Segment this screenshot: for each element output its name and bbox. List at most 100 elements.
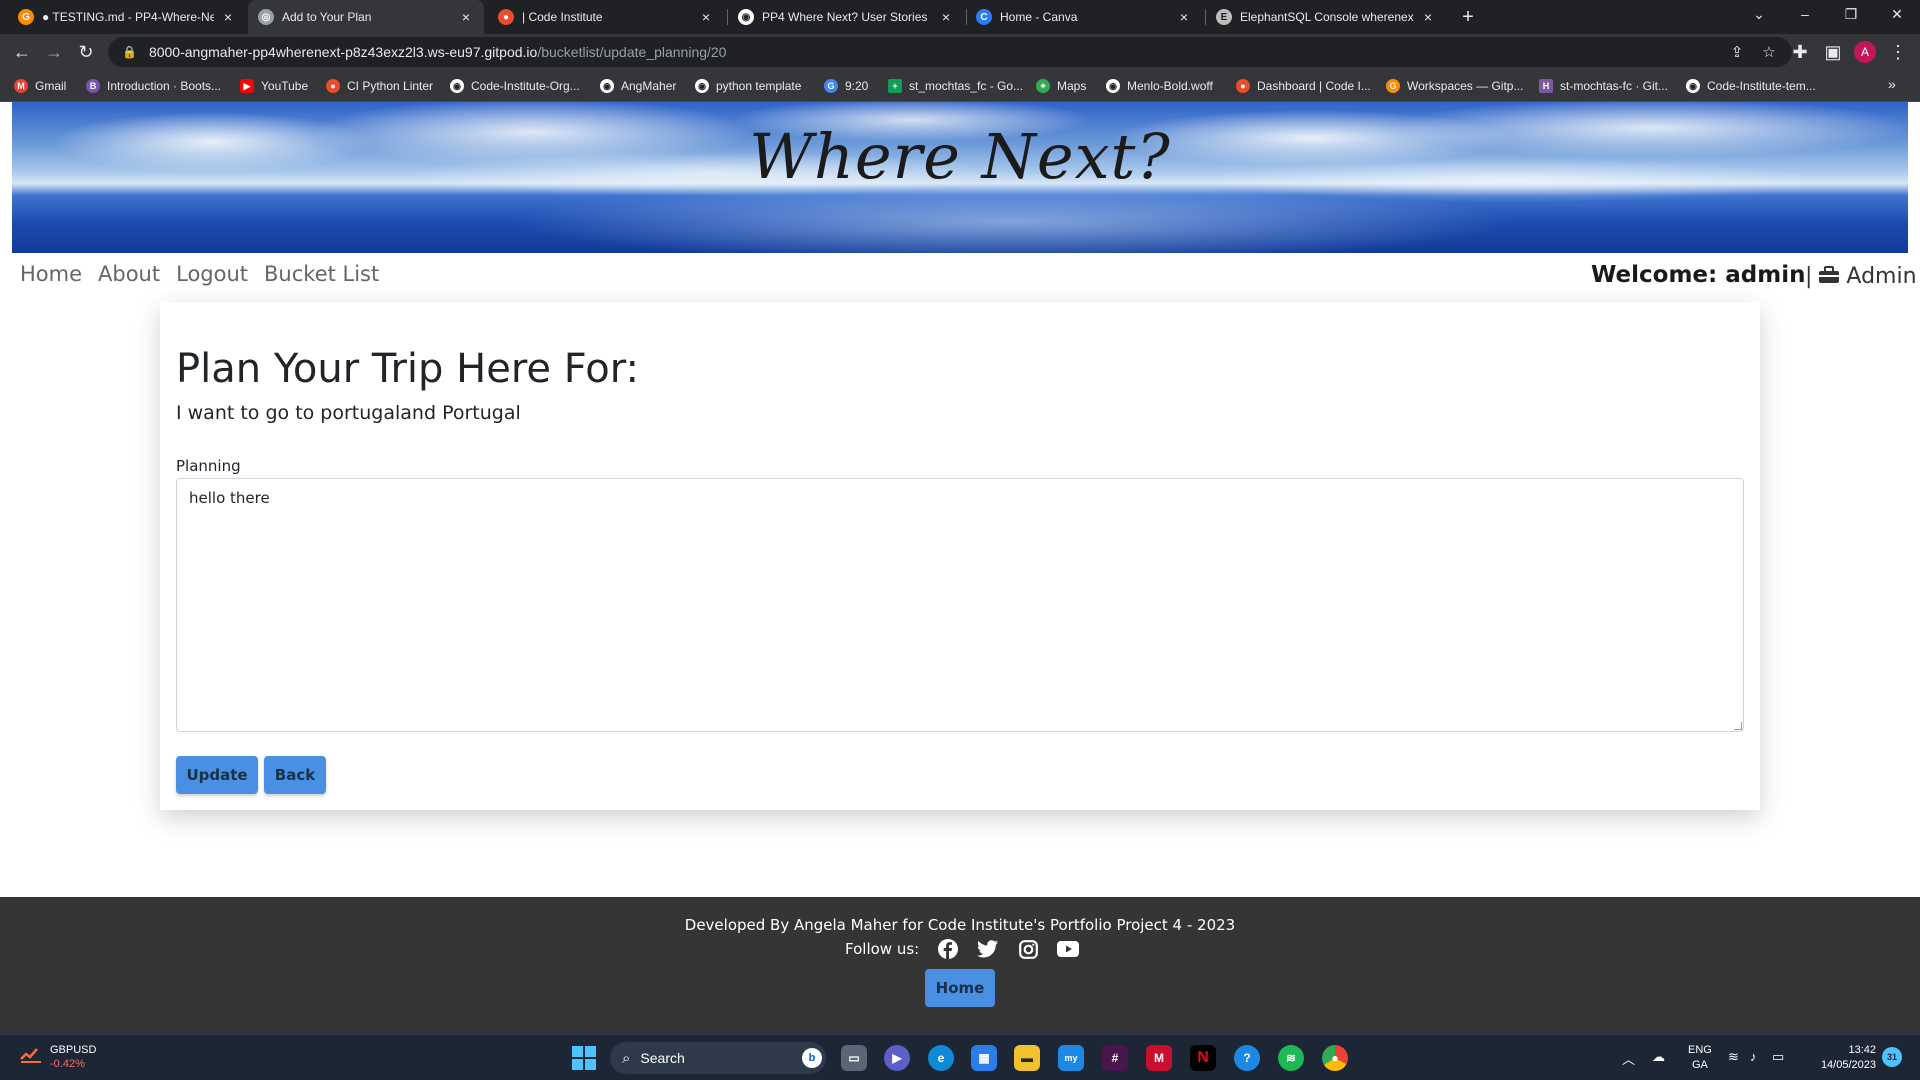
- back-arrow-icon[interactable]: ←: [10, 40, 34, 64]
- side-panel-icon[interactable]: ▣: [1821, 40, 1845, 64]
- bookmark-item[interactable]: ◉ python template: [695, 76, 801, 96]
- github-icon: ◉: [1106, 79, 1120, 93]
- bookmark-item[interactable]: Hst-mochtas-fc · Git...: [1539, 76, 1668, 96]
- planning-textarea[interactable]: hello there: [176, 478, 1744, 732]
- bookmarks-overflow-icon[interactable]: »: [1888, 76, 1896, 92]
- browser-tab[interactable]: ● | Code Institute ×: [488, 0, 724, 34]
- youtube-icon[interactable]: [1057, 938, 1080, 960]
- spotify-icon[interactable]: ≋: [1278, 1045, 1304, 1071]
- browser-tab[interactable]: E ElephantSQL Console wherenext ×: [1206, 0, 1446, 34]
- browser-tab[interactable]: C Home - Canva ×: [966, 0, 1202, 34]
- site-brand[interactable]: Where Next?: [12, 120, 1908, 193]
- bookmark-item[interactable]: ● CI Python Linter: [326, 76, 433, 96]
- edge-icon[interactable]: e: [928, 1045, 954, 1071]
- bookmark-item[interactable]: B Introduction · Boots...: [86, 76, 221, 96]
- slack-icon[interactable]: #: [1102, 1045, 1128, 1071]
- bookmark-item[interactable]: G Workspaces — Gitp...: [1386, 76, 1523, 96]
- gitpod-icon: G: [18, 9, 34, 25]
- main-nav: Home About Logout Bucket List: [20, 262, 395, 286]
- tab-title: Add to Your Plan: [282, 10, 372, 24]
- browser-tab-active[interactable]: ◎ Add to Your Plan ×: [248, 0, 484, 34]
- chrome-icon[interactable]: ●: [1322, 1045, 1348, 1071]
- browser-tabstrip: G ● TESTING.md - PP4-Where-Nex × ◎ Add t…: [0, 0, 1920, 34]
- bookmark-item[interactable]: ▶ YouTube: [240, 76, 308, 96]
- bookmark-item[interactable]: G 9:20: [824, 76, 868, 96]
- file-explorer-icon[interactable]: ▬: [1014, 1045, 1040, 1071]
- netflix-icon[interactable]: N: [1190, 1045, 1216, 1071]
- more-menu-icon[interactable]: ⋮: [1886, 40, 1910, 64]
- forward-arrow-icon[interactable]: →: [42, 40, 66, 64]
- reload-icon[interactable]: ↻: [74, 40, 98, 64]
- admin-link-label: Admin: [1846, 264, 1917, 289]
- elephant-icon: E: [1216, 9, 1232, 25]
- wifi-icon[interactable]: ≋: [1728, 1049, 1739, 1065]
- youtube-icon: ▶: [240, 79, 254, 93]
- taskbar-search[interactable]: ⌕ Search b: [610, 1042, 826, 1074]
- onedrive-icon[interactable]: ☁: [1652, 1049, 1665, 1065]
- nav-link-about[interactable]: About: [98, 262, 160, 286]
- share-icon[interactable]: ⇪: [1726, 42, 1748, 64]
- restore-button[interactable]: ❐: [1828, 0, 1874, 30]
- windows-start-icon[interactable]: [572, 1046, 596, 1070]
- notification-badge[interactable]: 31: [1882, 1047, 1902, 1067]
- bookmark-item[interactable]: ● Dashboard | Code I...: [1236, 76, 1371, 96]
- browser-tab[interactable]: ◉ PP4 Where Next? User Stories ×: [728, 0, 964, 34]
- facebook-icon[interactable]: [937, 938, 959, 960]
- mysql-icon[interactable]: my: [1058, 1045, 1084, 1071]
- browser-tab[interactable]: G ● TESTING.md - PP4-Where-Nex ×: [8, 0, 246, 34]
- stock-widget[interactable]: GBPUSD -0.42%: [20, 1043, 96, 1071]
- task-view-icon[interactable]: ▭: [841, 1045, 867, 1071]
- system-clock[interactable]: 13:42 14/05/2023: [1806, 1043, 1876, 1073]
- close-icon[interactable]: ×: [698, 9, 714, 25]
- tray-overflow-icon[interactable]: ︿: [1622, 1049, 1635, 1068]
- bookmark-item[interactable]: ◉ Code-Institute-Org...: [450, 76, 580, 96]
- bookmark-item[interactable]: ⌖ Maps: [1036, 76, 1086, 96]
- github-icon: ◉: [600, 79, 614, 93]
- resize-handle[interactable]: [1734, 722, 1742, 730]
- close-icon[interactable]: ×: [938, 9, 954, 25]
- briefcase-icon: [1818, 265, 1840, 289]
- store-icon[interactable]: ▦: [971, 1045, 997, 1071]
- twitter-icon[interactable]: [977, 938, 999, 960]
- new-tab-button[interactable]: +: [1455, 4, 1481, 30]
- minimize-button[interactable]: –: [1782, 0, 1828, 30]
- volume-icon[interactable]: ♪: [1750, 1049, 1757, 1064]
- close-icon[interactable]: ×: [1420, 9, 1436, 25]
- bookmark-label: Maps: [1057, 79, 1087, 93]
- bookmark-label: st_mochtas_fc - Go...: [909, 79, 1024, 93]
- extensions-icon[interactable]: ✚: [1788, 40, 1812, 64]
- globe-icon: ◎: [258, 9, 274, 25]
- url-path: /bucketlist/update_planning/20: [537, 44, 727, 60]
- admin-link[interactable]: | Admin: [1805, 264, 1917, 289]
- ticker-value: -0.42%: [50, 1058, 85, 1070]
- battery-icon[interactable]: ▭: [1772, 1049, 1784, 1065]
- bookmark-item[interactable]: ◉ Code-Institute-tem...: [1686, 76, 1816, 96]
- close-icon[interactable]: ×: [220, 9, 236, 25]
- bookmark-item[interactable]: + st_mochtas_fc - Go...: [888, 76, 1023, 96]
- bookmark-item[interactable]: ◉ AngMaher: [600, 76, 676, 96]
- close-icon[interactable]: ×: [458, 9, 474, 25]
- help-icon[interactable]: ?: [1234, 1045, 1260, 1071]
- bookmark-item[interactable]: M Gmail: [14, 76, 66, 96]
- mcafee-icon[interactable]: M: [1146, 1045, 1172, 1071]
- update-button[interactable]: Update: [176, 756, 258, 794]
- language-indicator[interactable]: ENG GA: [1688, 1043, 1712, 1073]
- lock-icon: 🔒: [122, 45, 137, 59]
- tab-search-icon[interactable]: ⌄: [1736, 0, 1782, 30]
- bookmark-star-icon[interactable]: ☆: [1758, 42, 1780, 64]
- bookmark-label: Gmail: [35, 79, 67, 93]
- close-window-button[interactable]: ✕: [1874, 0, 1920, 30]
- nav-link-logout[interactable]: Logout: [176, 262, 248, 286]
- close-icon[interactable]: ×: [1176, 9, 1192, 25]
- profile-avatar[interactable]: A: [1854, 41, 1876, 63]
- bookmark-item[interactable]: ◉ Menlo-Bold.woff: [1106, 76, 1213, 96]
- nav-link-home[interactable]: Home: [20, 262, 82, 286]
- footer-home-button[interactable]: Home: [925, 969, 995, 1007]
- keyboard-layout: GA: [1691, 1059, 1708, 1071]
- teams-icon[interactable]: ▶: [884, 1045, 910, 1071]
- bing-icon[interactable]: b: [802, 1048, 822, 1068]
- address-bar[interactable]: 🔒 8000-angmaher-pp4wherenext-p8z43exz2l3…: [108, 37, 1792, 67]
- back-button[interactable]: Back: [264, 756, 326, 794]
- instagram-icon[interactable]: [1017, 938, 1039, 960]
- nav-link-bucket-list[interactable]: Bucket List: [264, 262, 379, 286]
